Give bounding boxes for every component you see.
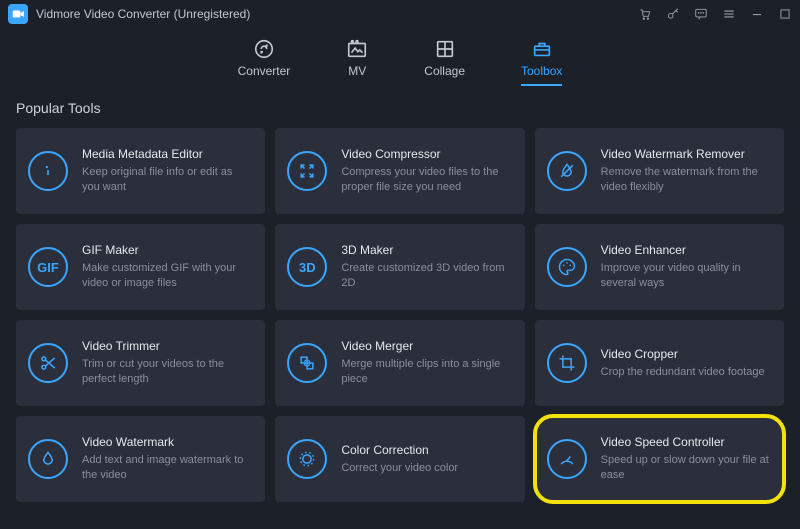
scissors-icon [28, 343, 68, 383]
toolbox-icon [531, 38, 553, 60]
app-logo-icon [8, 4, 28, 24]
tool-card-color[interactable]: Color Correction Correct your video color [275, 416, 524, 502]
nav-label: Converter [238, 64, 291, 78]
minimize-icon[interactable] [750, 7, 764, 21]
tool-title: Video Watermark Remover [601, 147, 770, 161]
tool-title: 3D Maker [341, 243, 510, 257]
mv-icon [346, 38, 368, 60]
tool-title: Media Metadata Editor [82, 147, 251, 161]
tool-card-speed[interactable]: Video Speed Controller Speed up or slow d… [535, 416, 784, 502]
feedback-icon[interactable] [694, 7, 708, 21]
tool-desc: Add text and image watermark to the vide… [82, 453, 251, 483]
content: Popular Tools Media Metadata Editor Keep … [0, 86, 800, 502]
tool-card-drop[interactable]: Video Watermark Add text and image waterm… [16, 416, 265, 502]
crop-icon [547, 343, 587, 383]
tool-title: Video Watermark [82, 435, 251, 449]
tool-grid: Media Metadata Editor Keep original file … [16, 128, 784, 502]
tool-desc: Keep original file info or edit as you w… [82, 165, 251, 195]
tab-collage[interactable]: Collage [424, 38, 465, 86]
tool-desc: Trim or cut your videos to the perfect l… [82, 357, 251, 387]
tool-desc: Make customized GIF with your video or i… [82, 261, 251, 291]
no-drop-icon [547, 151, 587, 191]
tool-card-no-drop[interactable]: Video Watermark Remover Remove the waterm… [535, 128, 784, 214]
titlebar-left: Vidmore Video Converter (Unregistered) [8, 4, 250, 24]
tool-title: Color Correction [341, 443, 458, 457]
tool-title: Video Enhancer [601, 243, 770, 257]
tool-card-gif[interactable]: GIF GIF Maker Make customized GIF with you… [16, 224, 265, 310]
tool-card-3d[interactable]: 3D 3D Maker Create customized 3D video fro… [275, 224, 524, 310]
color-icon [287, 439, 327, 479]
tool-desc: Remove the watermark from the video flex… [601, 165, 770, 195]
tool-desc: Speed up or slow down your file at ease [601, 453, 770, 483]
tool-title: Video Speed Controller [601, 435, 770, 449]
nav-label: Collage [424, 64, 465, 78]
titlebar-controls [638, 7, 792, 21]
merge-icon [287, 343, 327, 383]
info-icon [28, 151, 68, 191]
cart-icon[interactable] [638, 7, 652, 21]
tool-card-scissors[interactable]: Video Trimmer Trim or cut your videos to … [16, 320, 265, 406]
tool-desc: Improve your video quality in several wa… [601, 261, 770, 291]
tool-desc: Create customized 3D video from 2D [341, 261, 510, 291]
section-title: Popular Tools [16, 100, 784, 116]
tool-title: Video Trimmer [82, 339, 251, 353]
speed-icon [547, 439, 587, 479]
app-title: Vidmore Video Converter (Unregistered) [36, 7, 250, 21]
compress-icon [287, 151, 327, 191]
tool-title: Video Compressor [341, 147, 510, 161]
tool-desc: Correct your video color [341, 461, 458, 476]
gif-icon: GIF [28, 247, 68, 287]
tool-title: GIF Maker [82, 243, 251, 257]
nav-label: Toolbox [521, 64, 562, 78]
collage-icon [434, 38, 456, 60]
maximize-icon[interactable] [778, 7, 792, 21]
tool-card-info[interactable]: Media Metadata Editor Keep original file … [16, 128, 265, 214]
tool-card-compress[interactable]: Video Compressor Compress your video file… [275, 128, 524, 214]
key-icon[interactable] [666, 7, 680, 21]
3d-icon: 3D [287, 247, 327, 287]
tool-desc: Merge multiple clips into a single piece [341, 357, 510, 387]
drop-icon [28, 439, 68, 479]
tab-toolbox[interactable]: Toolbox [521, 38, 562, 86]
tool-desc: Crop the redundant video footage [601, 365, 765, 380]
titlebar: Vidmore Video Converter (Unregistered) [0, 0, 800, 28]
converter-icon [253, 38, 275, 60]
tool-desc: Compress your video files to the proper … [341, 165, 510, 195]
tool-title: Video Merger [341, 339, 510, 353]
nav-label: MV [348, 64, 366, 78]
tab-mv[interactable]: MV [346, 38, 368, 86]
tool-card-crop[interactable]: Video Cropper Crop the redundant video fo… [535, 320, 784, 406]
tab-converter[interactable]: Converter [238, 38, 291, 86]
main-nav: Converter MV Collage Toolbox [0, 28, 800, 86]
tool-card-palette[interactable]: Video Enhancer Improve your video quality… [535, 224, 784, 310]
menu-icon[interactable] [722, 7, 736, 21]
tool-card-merge[interactable]: Video Merger Merge multiple clips into a … [275, 320, 524, 406]
palette-icon [547, 247, 587, 287]
tool-title: Video Cropper [601, 347, 765, 361]
